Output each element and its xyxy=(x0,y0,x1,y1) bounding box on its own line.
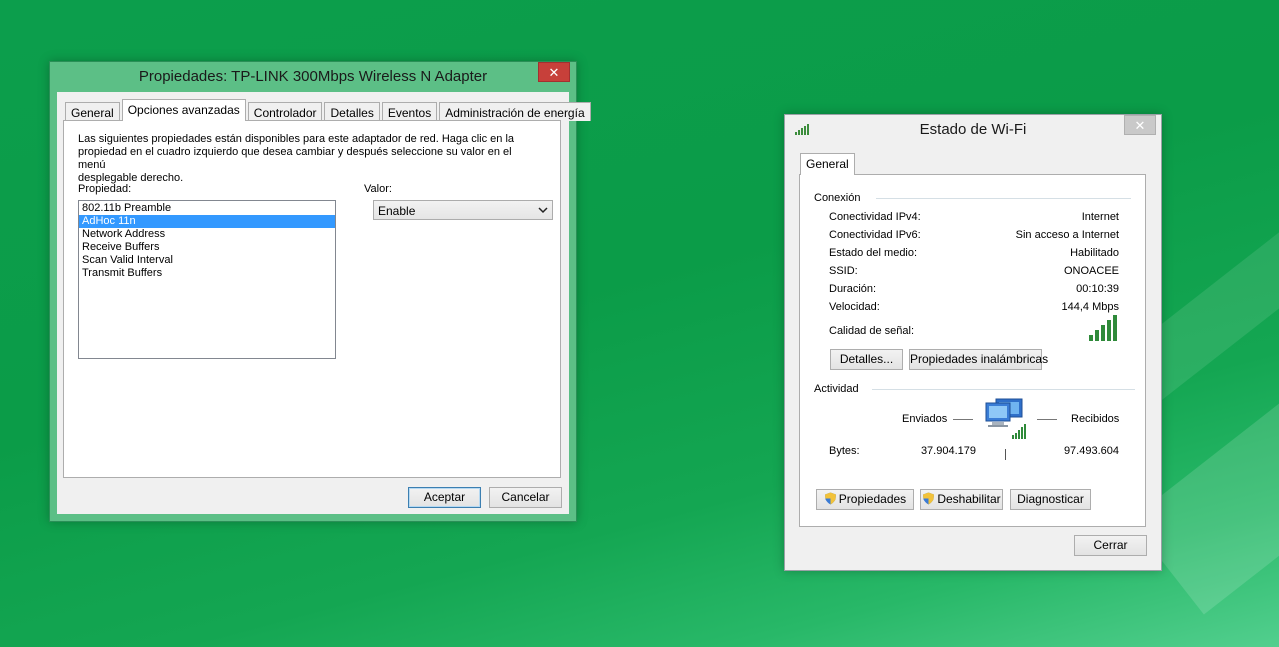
window-title: Estado de Wi-Fi xyxy=(919,121,1027,138)
sent-label: Enviados xyxy=(902,413,948,425)
list-item[interactable]: Receive Buffers xyxy=(79,241,335,254)
ipv6-value: Sin acceso a Internet xyxy=(1015,229,1119,241)
wireless-properties-button[interactable]: Propiedades inalámbricas xyxy=(909,349,1048,370)
value-dropdown[interactable]: Enable xyxy=(373,200,553,220)
tab-details[interactable]: Detalles xyxy=(324,102,380,121)
titlebar[interactable]: Estado de Wi-Fi ✕ xyxy=(785,115,1161,143)
signal-bar xyxy=(1101,325,1105,341)
ok-button[interactable]: Aceptar xyxy=(408,487,481,508)
received-line xyxy=(1037,419,1057,420)
list-item[interactable]: Network Address xyxy=(79,228,335,241)
sent-line xyxy=(953,419,973,420)
wifi-status-window: Estado de Wi-Fi ✕ General Conexión Conec… xyxy=(784,114,1162,571)
ssid-value: ONOACEE xyxy=(1063,265,1119,277)
list-item[interactable]: Scan Valid Interval xyxy=(79,254,335,267)
list-item[interactable]: 802.11b Preamble xyxy=(79,202,335,215)
value-label: Valor: xyxy=(364,183,392,195)
properties-label: Propiedades xyxy=(838,492,907,506)
signal-bar xyxy=(1095,330,1099,341)
bytes-divider xyxy=(1005,449,1006,460)
details-button[interactable]: Detalles... xyxy=(830,349,903,370)
received-label: Recibidos xyxy=(1071,413,1120,425)
property-listbox[interactable]: 802.11b Preamble AdHoc 11n Network Addre… xyxy=(78,200,336,359)
bytes-sent-value: 37.904.179 xyxy=(920,445,976,457)
bytes-received-value: 97.493.604 xyxy=(1063,445,1119,457)
connection-group-label: Conexión xyxy=(814,192,861,204)
description-text: Las siguientes propiedades están disponi… xyxy=(78,133,538,185)
close-button[interactable]: ✕ xyxy=(1124,115,1156,135)
description-line: desplegable derecho. xyxy=(78,172,184,184)
close-icon: ✕ xyxy=(1134,118,1146,133)
close-button[interactable]: ✕ xyxy=(538,62,570,82)
tab-power-management[interactable]: Administración de energía xyxy=(439,102,591,121)
advanced-tab-panel: Las siguientes propiedades están disponi… xyxy=(63,120,561,478)
close-dialog-button[interactable]: Cerrar xyxy=(1074,535,1147,556)
window-title: Propiedades: TP-LINK 300Mbps Wireless N … xyxy=(138,68,488,85)
signal-bar xyxy=(1113,315,1117,341)
property-label: Propiedad: xyxy=(78,183,132,195)
speed-value: 144,4 Mbps xyxy=(1061,301,1119,313)
chevron-down-icon xyxy=(538,202,548,221)
group-divider xyxy=(872,389,1135,390)
general-tab-panel: Conexión Conectividad IPv4: Internet Con… xyxy=(799,174,1146,527)
properties-button[interactable]: Propiedades xyxy=(816,489,914,510)
adapter-properties-window: Propiedades: TP-LINK 300Mbps Wireless N … xyxy=(49,61,591,522)
ssid-label: SSID: xyxy=(829,265,858,277)
tab-strip: General Opciones avanzadas Controlador D… xyxy=(65,99,593,121)
window-client: General Conexión Conectividad IPv4: Inte… xyxy=(785,143,1161,570)
group-divider xyxy=(876,198,1131,199)
tab-driver[interactable]: Controlador xyxy=(247,102,323,121)
tab-events[interactable]: Eventos xyxy=(381,102,438,121)
cancel-button[interactable]: Cancelar xyxy=(489,487,562,508)
signal-quality-icon xyxy=(1089,315,1121,344)
signal-quality-label: Calidad de señal: xyxy=(829,325,915,337)
speed-label: Velocidad: xyxy=(829,301,880,313)
duration-value: 00:10:39 xyxy=(1076,283,1119,295)
bytes-label: Bytes: xyxy=(829,445,860,457)
signal-bar xyxy=(1089,335,1093,341)
disable-button[interactable]: Deshabilitar xyxy=(920,489,1003,510)
description-line: Las siguientes propiedades están disponi… xyxy=(78,133,515,145)
list-item-selected[interactable]: AdHoc 11n xyxy=(79,215,335,228)
list-item[interactable]: Transmit Buffers xyxy=(79,267,335,280)
activity-group-label: Actividad xyxy=(814,383,859,395)
tab-general[interactable]: General xyxy=(800,153,855,175)
media-state-label: Estado del medio: xyxy=(829,247,918,259)
ipv6-label: Conectividad IPv6: xyxy=(829,229,921,241)
media-state-value: Habilitado xyxy=(1070,247,1119,259)
network-activity-icon xyxy=(984,397,1034,446)
shield-icon xyxy=(824,492,837,505)
diagnose-button[interactable]: Diagnosticar xyxy=(1010,489,1091,510)
tab-general[interactable]: General xyxy=(65,102,120,121)
close-icon: ✕ xyxy=(548,65,560,80)
tab-strip: General xyxy=(800,153,857,175)
value-selected: Enable xyxy=(378,204,416,218)
ipv4-label: Conectividad IPv4: xyxy=(829,211,921,223)
duration-label: Duración: xyxy=(829,283,877,295)
signal-bar xyxy=(1107,320,1111,341)
disable-label: Deshabilitar xyxy=(937,492,1001,506)
window-client: General Opciones avanzadas Controlador D… xyxy=(57,92,591,514)
ipv4-value: Internet xyxy=(1081,211,1119,223)
tab-advanced[interactable]: Opciones avanzadas xyxy=(121,99,246,121)
titlebar[interactable]: Propiedades: TP-LINK 300Mbps Wireless N … xyxy=(50,62,576,90)
shield-icon xyxy=(922,492,935,505)
description-line: propiedad en el cuadro izquierdo que des… xyxy=(78,146,512,171)
